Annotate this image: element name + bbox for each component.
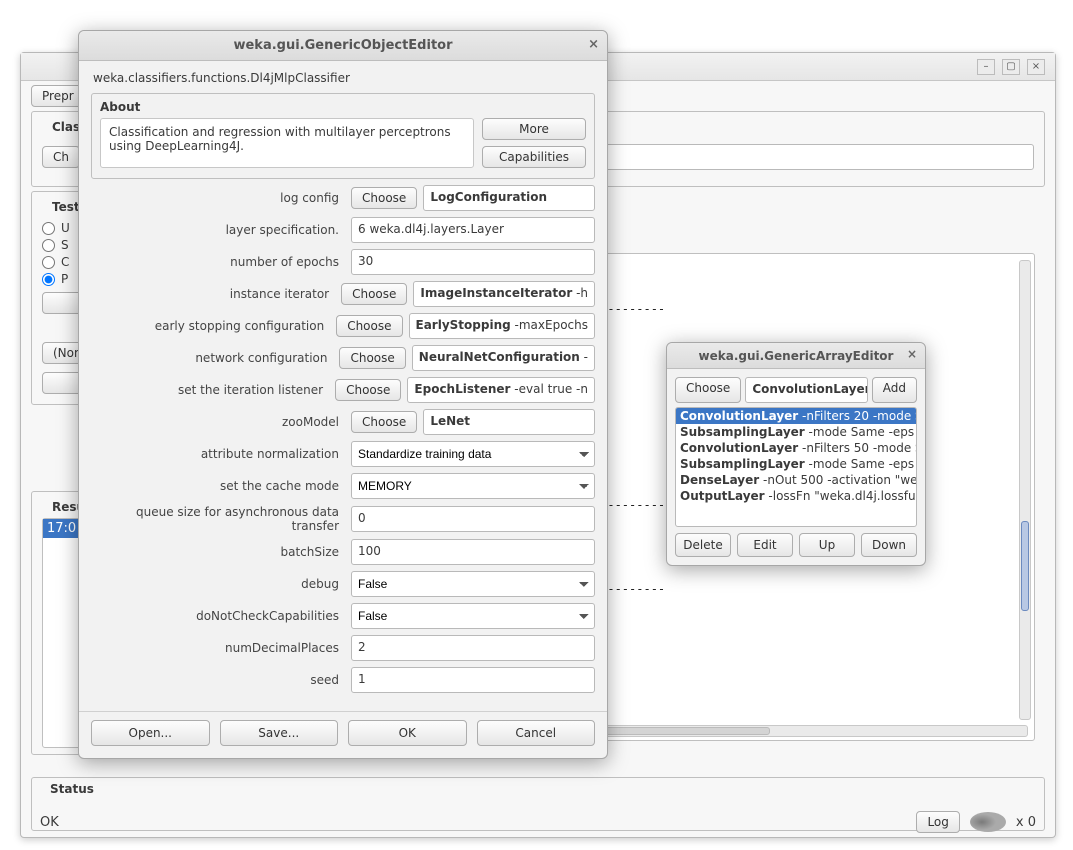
array-add-button[interactable]: Add [872,377,917,403]
array-dialog-title: weka.gui.GenericArrayEditor × [667,343,925,369]
label-layer-spec: layer specification. [91,223,351,237]
array-item[interactable]: SubsamplingLayer -mode Same -eps 1 [676,456,916,472]
select-normalization[interactable]: Standardize training data [351,441,595,467]
value-layer-spec[interactable]: 6 weka.dl4j.layers.Layer [351,217,595,243]
label-instance-iterator: instance iterator [91,287,341,301]
choose-early-stopping[interactable]: Choose [336,315,402,337]
choose-network-config[interactable]: Choose [339,347,405,369]
value-network-config[interactable]: NeuralNetConfiguration - [412,345,595,371]
label-early-stopping: early stopping configuration [91,319,336,333]
label-queue-size: queue size for asynchronous data transfe… [91,505,351,533]
run-count: x 0 [1016,815,1036,830]
weka-bird-icon [970,812,1006,832]
label-batch-size: batchSize [91,545,351,559]
about-box: About Classification and regression with… [91,93,595,179]
log-button[interactable]: Log [916,811,959,833]
label-seed: seed [91,673,351,687]
maximize-button[interactable]: ▢ [1002,59,1020,75]
status-group-title: Status [46,782,98,796]
array-delete-button[interactable]: Delete [675,533,731,557]
choose-listener[interactable]: Choose [335,379,401,401]
more-button[interactable]: More [482,118,586,140]
array-choose-button[interactable]: Choose [675,377,741,403]
array-current[interactable]: ConvolutionLayer -n [745,377,867,403]
array-edit-button[interactable]: Edit [737,533,793,557]
value-early-stopping[interactable]: EarlyStopping -maxEpochs [409,313,596,339]
select-dncc[interactable]: False [351,603,595,629]
about-label: About [100,100,586,114]
save-button[interactable]: Save... [220,720,339,746]
array-item[interactable]: ConvolutionLayer -nFilters 20 -mode Sa [676,408,916,424]
array-item[interactable]: ConvolutionLayer -nFilters 50 -mode Sa [676,440,916,456]
ok-button[interactable]: OK [348,720,467,746]
output-scrollbar-vertical[interactable] [1019,260,1031,720]
value-iterator[interactable]: ImageInstanceIterator -h [413,281,595,307]
label-attribute-normalization: attribute normalization [91,447,351,461]
value-batch-size[interactable]: 100 [351,539,595,565]
status-text: OK [40,815,59,830]
close-button[interactable]: × [1027,59,1045,75]
value-epochs[interactable]: 30 [351,249,595,275]
array-item[interactable]: SubsamplingLayer -mode Same -eps 1 [676,424,916,440]
label-epochs: number of epochs [91,255,351,269]
choose-iterator[interactable]: Choose [341,283,407,305]
generic-array-editor-dialog: weka.gui.GenericArrayEditor × Choose Con… [666,342,926,566]
minimize-button[interactable]: – [977,59,995,75]
choose-classifier-button[interactable]: Ch [42,146,80,168]
choose-zoo[interactable]: Choose [351,411,417,433]
cancel-button[interactable]: Cancel [477,720,596,746]
label-log-config: log config [91,191,351,205]
open-button[interactable]: Open... [91,720,210,746]
tab-preprocess[interactable]: Prepr [31,85,85,107]
value-zoo[interactable]: LeNet [423,409,595,435]
capabilities-button[interactable]: Capabilities [482,146,586,168]
generic-object-editor-dialog: weka.gui.GenericObjectEditor × weka.clas… [78,30,608,759]
array-item[interactable]: OutputLayer -lossFn "weka.dl4j.lossfun [676,488,916,504]
dialog-title: weka.gui.GenericObjectEditor × [79,31,607,61]
class-name: weka.classifiers.functions.Dl4jMlpClassi… [91,69,595,93]
label-network-config: network configuration [91,351,339,365]
label-do-not-check-capabilities: doNotCheckCapabilities [91,609,351,623]
choose-log-config[interactable]: Choose [351,187,417,209]
value-queue-size[interactable]: 0 [351,506,595,532]
value-seed[interactable]: 1 [351,667,595,693]
close-icon[interactable]: × [907,347,917,361]
value-log-config[interactable]: LogConfiguration [423,185,595,211]
select-debug[interactable]: False [351,571,595,597]
value-num-decimal-places[interactable]: 2 [351,635,595,661]
label-cache-mode: set the cache mode [91,479,351,493]
close-icon[interactable]: × [588,37,599,52]
array-up-button[interactable]: Up [799,533,855,557]
array-list[interactable]: ConvolutionLayer -nFilters 20 -mode SaSu… [675,407,917,527]
array-item[interactable]: DenseLayer -nOut 500 -activation "weka [676,472,916,488]
label-zoo-model: zooModel [91,415,351,429]
about-text: Classification and regression with multi… [100,118,474,168]
label-debug: debug [91,577,351,591]
label-num-decimal-places: numDecimalPlaces [91,641,351,655]
array-down-button[interactable]: Down [861,533,917,557]
select-cache-mode[interactable]: MEMORY [351,473,595,499]
label-iteration-listener: set the iteration listener [91,383,335,397]
value-listener[interactable]: EpochListener -eval true -n [407,377,595,403]
